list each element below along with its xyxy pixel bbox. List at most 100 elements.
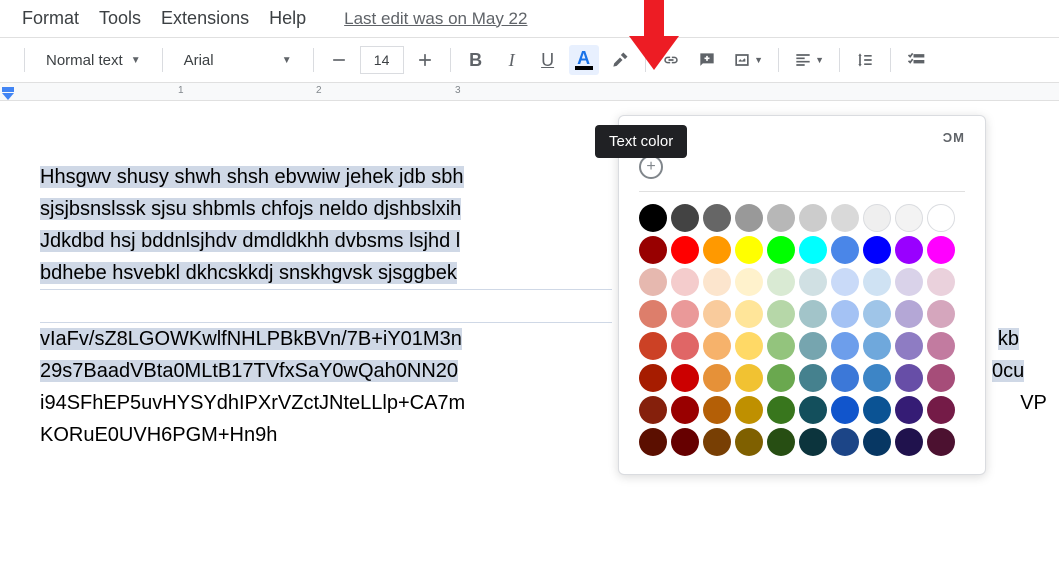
color-swatch[interactable]	[639, 268, 667, 296]
menu-format[interactable]: Format	[22, 8, 79, 29]
font-size-input[interactable]: 14	[360, 46, 404, 74]
add-custom-color-button[interactable]: +	[639, 155, 663, 179]
indent-marker-icon[interactable]	[0, 87, 22, 101]
color-swatch[interactable]	[799, 364, 827, 392]
color-swatch[interactable]	[767, 332, 795, 360]
color-swatch[interactable]	[703, 396, 731, 424]
color-swatch[interactable]	[735, 268, 763, 296]
color-swatch[interactable]	[831, 364, 859, 392]
color-swatch[interactable]	[767, 428, 795, 456]
color-swatch[interactable]	[639, 364, 667, 392]
menu-help[interactable]: Help	[269, 8, 306, 29]
color-swatch[interactable]	[895, 236, 923, 264]
color-swatch[interactable]	[831, 300, 859, 328]
color-swatch[interactable]	[799, 428, 827, 456]
color-swatch[interactable]	[831, 268, 859, 296]
color-swatch[interactable]	[767, 300, 795, 328]
color-swatch[interactable]	[799, 268, 827, 296]
color-swatch[interactable]	[799, 396, 827, 424]
bold-button[interactable]: B	[461, 45, 491, 75]
color-swatch[interactable]	[927, 396, 955, 424]
color-swatch[interactable]	[639, 428, 667, 456]
color-swatch[interactable]	[703, 204, 731, 232]
color-swatch[interactable]	[703, 428, 731, 456]
color-swatch[interactable]	[703, 236, 731, 264]
color-swatch[interactable]	[703, 364, 731, 392]
color-swatch[interactable]	[671, 204, 699, 232]
color-swatch[interactable]	[927, 268, 955, 296]
color-swatch[interactable]	[735, 236, 763, 264]
color-swatch[interactable]	[767, 268, 795, 296]
color-swatch[interactable]	[639, 236, 667, 264]
color-swatch[interactable]	[895, 268, 923, 296]
color-swatch[interactable]	[671, 396, 699, 424]
color-swatch[interactable]	[895, 396, 923, 424]
color-swatch[interactable]	[671, 332, 699, 360]
color-swatch[interactable]	[927, 428, 955, 456]
color-swatch[interactable]	[831, 236, 859, 264]
color-swatch[interactable]	[767, 396, 795, 424]
color-swatch[interactable]	[671, 364, 699, 392]
color-swatch[interactable]	[799, 236, 827, 264]
text-color-button[interactable]: A	[569, 45, 599, 75]
color-swatch[interactable]	[799, 332, 827, 360]
checklist-button[interactable]	[901, 45, 931, 75]
decrease-font-size-button[interactable]	[324, 45, 354, 75]
color-swatch[interactable]	[735, 300, 763, 328]
italic-button[interactable]: I	[497, 45, 527, 75]
color-swatch[interactable]	[863, 332, 891, 360]
color-swatch[interactable]	[863, 428, 891, 456]
color-swatch[interactable]	[831, 396, 859, 424]
align-button[interactable]: ▼	[789, 45, 829, 75]
color-swatch[interactable]	[927, 204, 955, 232]
color-swatch[interactable]	[863, 236, 891, 264]
color-swatch[interactable]	[639, 204, 667, 232]
color-swatch[interactable]	[671, 428, 699, 456]
color-swatch[interactable]	[735, 428, 763, 456]
color-swatch[interactable]	[831, 204, 859, 232]
color-swatch[interactable]	[895, 332, 923, 360]
color-swatch[interactable]	[703, 332, 731, 360]
color-swatch[interactable]	[703, 268, 731, 296]
color-swatch[interactable]	[895, 204, 923, 232]
color-swatch[interactable]	[927, 300, 955, 328]
underline-button[interactable]: U	[533, 45, 563, 75]
increase-font-size-button[interactable]	[410, 45, 440, 75]
color-swatch[interactable]	[735, 364, 763, 392]
color-swatch[interactable]	[927, 364, 955, 392]
color-swatch[interactable]	[863, 204, 891, 232]
add-comment-button[interactable]	[692, 45, 722, 75]
last-edit-link[interactable]: Last edit was on May 22	[344, 9, 527, 29]
color-swatch[interactable]	[831, 428, 859, 456]
color-swatch[interactable]	[831, 332, 859, 360]
color-swatch[interactable]	[735, 396, 763, 424]
paragraph-style-dropdown[interactable]: Normal text ▼	[35, 44, 152, 76]
menu-tools[interactable]: Tools	[99, 8, 141, 29]
color-swatch[interactable]	[799, 204, 827, 232]
color-swatch[interactable]	[639, 300, 667, 328]
font-family-dropdown[interactable]: Arial ▼	[173, 44, 303, 76]
color-swatch[interactable]	[639, 396, 667, 424]
color-swatch[interactable]	[703, 300, 731, 328]
color-swatch[interactable]	[639, 332, 667, 360]
color-swatch[interactable]	[927, 332, 955, 360]
color-swatch[interactable]	[767, 364, 795, 392]
color-swatch[interactable]	[767, 236, 795, 264]
popup-tab-label[interactable]: ϽM	[943, 130, 965, 145]
color-swatch[interactable]	[735, 204, 763, 232]
color-swatch[interactable]	[799, 300, 827, 328]
color-swatch[interactable]	[671, 300, 699, 328]
color-swatch[interactable]	[927, 236, 955, 264]
line-spacing-button[interactable]	[850, 45, 880, 75]
color-swatch[interactable]	[863, 396, 891, 424]
color-swatch[interactable]	[767, 204, 795, 232]
color-swatch[interactable]	[671, 268, 699, 296]
color-swatch[interactable]	[895, 300, 923, 328]
color-swatch[interactable]	[671, 236, 699, 264]
color-swatch[interactable]	[863, 300, 891, 328]
color-swatch[interactable]	[735, 332, 763, 360]
color-swatch[interactable]	[895, 428, 923, 456]
color-swatch[interactable]	[895, 364, 923, 392]
insert-image-button[interactable]: ▼	[728, 45, 768, 75]
color-swatch[interactable]	[863, 364, 891, 392]
